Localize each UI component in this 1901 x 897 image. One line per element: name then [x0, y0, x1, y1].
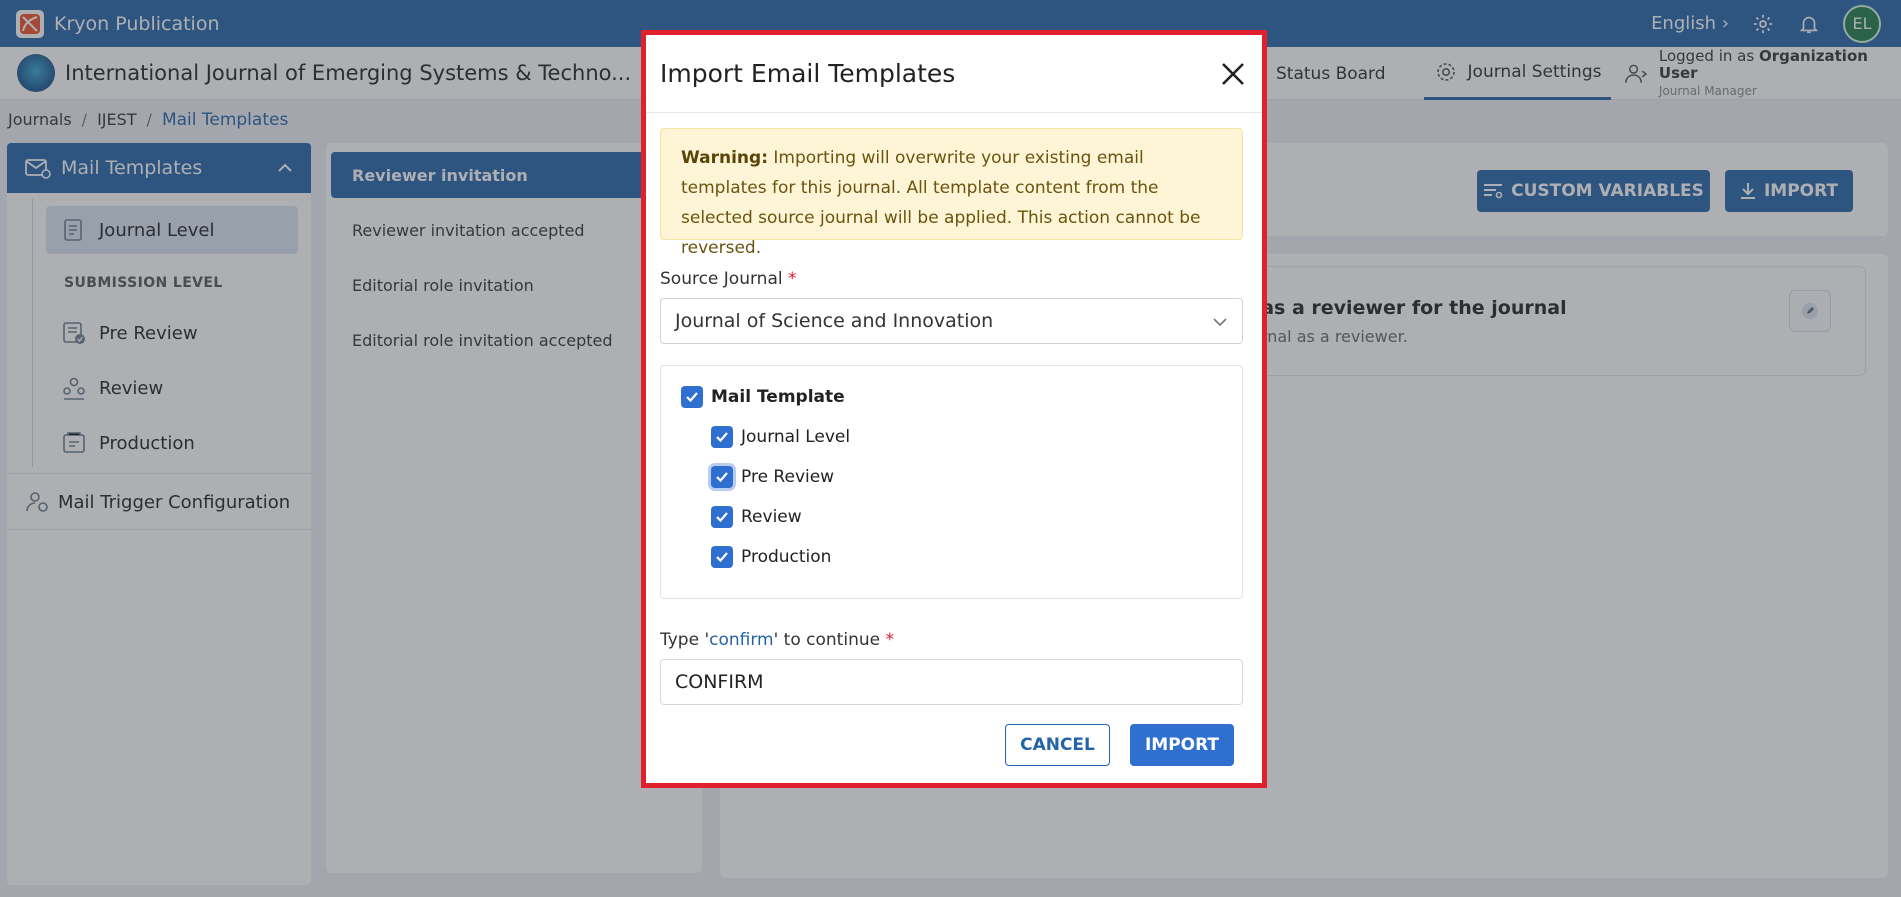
close-icon[interactable]	[1220, 61, 1246, 87]
cancel-button[interactable]: CANCEL	[1005, 724, 1110, 766]
modal-title: Import Email Templates	[660, 59, 956, 88]
modal-import-button[interactable]: IMPORT	[1130, 724, 1234, 766]
checkbox-production[interactable]: Production	[711, 546, 831, 568]
checkbox-journal-level[interactable]: Journal Level	[711, 426, 850, 448]
confirm-label: Type 'confirm' to continue *	[660, 630, 894, 650]
source-journal-select[interactable]: Journal of Science and Innovation	[660, 298, 1243, 344]
chevron-down-icon	[1213, 318, 1227, 327]
source-journal-label: Source Journal *	[660, 269, 797, 289]
template-selection-tree: Mail Template Journal Level Pre Review R…	[660, 365, 1243, 599]
checkbox-mail-template[interactable]: Mail Template	[681, 386, 845, 408]
checkbox-checked-icon	[711, 546, 733, 568]
import-email-templates-modal: Import Email Templates Warning: Importin…	[641, 30, 1267, 788]
checkbox-pre-review[interactable]: Pre Review	[711, 466, 834, 488]
warning-alert: Warning: Importing will overwrite your e…	[660, 128, 1243, 258]
checkbox-checked-icon	[711, 506, 733, 528]
checkbox-checked-icon	[681, 386, 703, 408]
checkbox-checked-icon	[711, 426, 733, 448]
checkbox-review[interactable]: Review	[711, 506, 802, 528]
checkbox-checked-icon	[711, 466, 733, 488]
confirm-input[interactable]: CONFIRM	[660, 659, 1243, 705]
